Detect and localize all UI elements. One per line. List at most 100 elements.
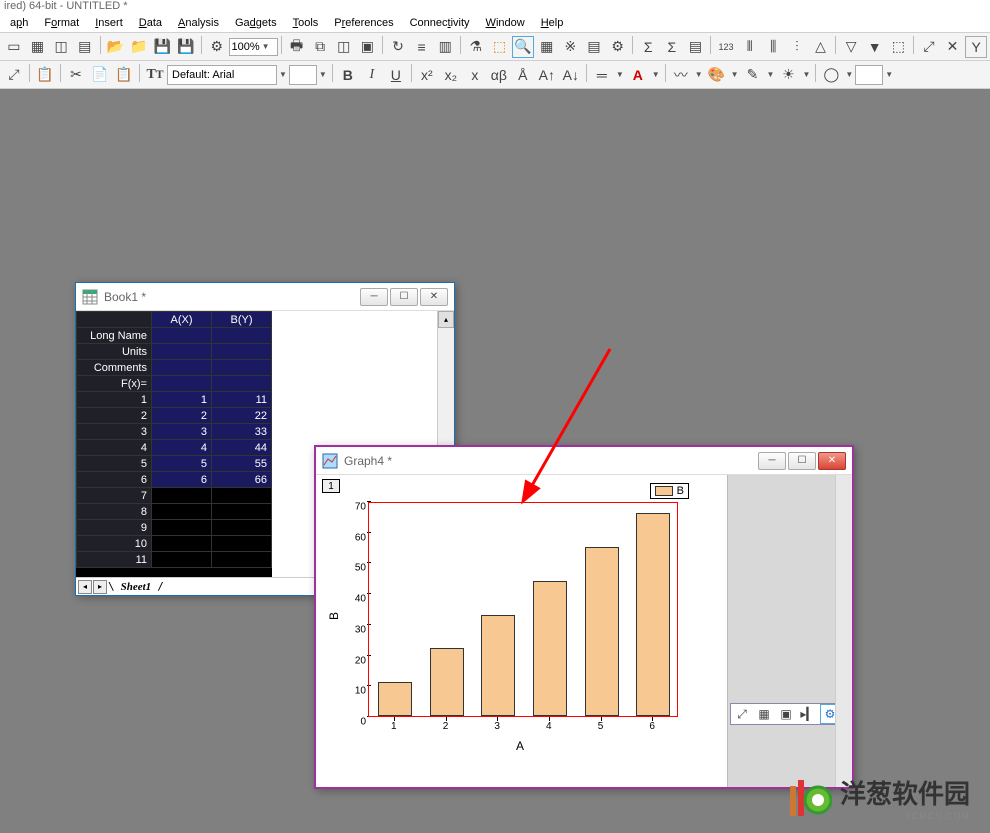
graph-canvas[interactable]: 1 B B A 010203040506070 123456 xyxy=(316,475,727,787)
explorer-icon[interactable]: ▤ xyxy=(583,36,605,58)
close-x-icon[interactable]: ✕ xyxy=(942,36,964,58)
print-icon[interactable]: 🖶 xyxy=(286,36,308,58)
expand-icon[interactable]: ⤢ xyxy=(3,64,25,86)
fill-color-icon[interactable]: 🎨 xyxy=(706,64,728,86)
book-maximize-button[interactable]: ☐ xyxy=(390,288,418,306)
new-graph-icon[interactable]: ◫ xyxy=(50,36,72,58)
stats-icon[interactable]: ▤ xyxy=(685,36,707,58)
duplicate-icon[interactable]: ⧉ xyxy=(309,36,331,58)
size-combo[interactable] xyxy=(289,65,317,85)
tab-prev-button[interactable]: ◂ xyxy=(78,580,92,594)
pen-icon[interactable]: ✎ xyxy=(742,64,764,86)
book-close-button[interactable]: ✕ xyxy=(420,288,448,306)
menu-insert[interactable]: Insert xyxy=(87,15,131,31)
graph-scrollbar[interactable] xyxy=(835,475,852,787)
open-icon[interactable]: 📂 xyxy=(104,36,126,58)
cut-icon[interactable]: ✂ xyxy=(65,64,87,86)
menu-window[interactable]: Window xyxy=(478,15,533,31)
scale-icon[interactable]: ※ xyxy=(560,36,582,58)
save-template-icon[interactable]: 💾 xyxy=(175,36,197,58)
bar[interactable] xyxy=(378,682,412,716)
light-icon[interactable]: ☀ xyxy=(777,64,799,86)
bar[interactable] xyxy=(636,513,670,716)
graph-maximize-button[interactable]: ☐ xyxy=(788,452,816,470)
new-project-icon[interactable]: ▭ xyxy=(3,36,25,58)
book-minimize-button[interactable]: ─ xyxy=(360,288,388,306)
sup-icon[interactable]: x² xyxy=(416,64,438,86)
extract-tool-icon[interactable]: ▸▎ xyxy=(798,704,818,724)
add-col-icon[interactable]: ▥ xyxy=(434,36,456,58)
symbol-shape-icon[interactable]: ◯ xyxy=(820,64,842,86)
underline-icon[interactable]: U xyxy=(385,64,407,86)
reader-icon[interactable]: 🔍 xyxy=(512,36,534,58)
graph-close-button[interactable]: ✕ xyxy=(818,452,846,470)
graph-titlebar[interactable]: Graph4 * ─ ☐ ✕ xyxy=(316,447,852,475)
fx-header[interactable]: F(x)= xyxy=(77,376,152,392)
menu-graph[interactable]: aph xyxy=(2,15,36,31)
area-plot-icon[interactable]: △ xyxy=(810,36,832,58)
tab-next-button[interactable]: ▸ xyxy=(93,580,107,594)
line-style-icon[interactable]: ═ xyxy=(591,64,613,86)
inc-icon[interactable]: A↑ xyxy=(536,64,558,86)
menu-help[interactable]: Help xyxy=(533,15,572,31)
histogram-icon[interactable]: ⫶ xyxy=(786,36,808,58)
symbol-icon[interactable]: Å xyxy=(512,64,534,86)
filter-icon[interactable]: ▽ xyxy=(840,36,862,58)
zoom-combo[interactable]: 100%▼ xyxy=(229,38,278,56)
line-color-icon[interactable]: 〰 xyxy=(670,64,692,86)
worksheet-table[interactable]: A(X)B(Y) Long Name Units Comments F(x)= … xyxy=(76,311,272,577)
bar[interactable] xyxy=(533,581,567,716)
menu-tools[interactable]: Tools xyxy=(285,15,327,31)
save-icon[interactable]: 💾 xyxy=(152,36,174,58)
bar[interactable] xyxy=(430,648,464,716)
col-plot-icon[interactable]: ⫴ xyxy=(739,36,761,58)
bar[interactable] xyxy=(585,547,619,716)
new-workbook-icon[interactable]: ▦ xyxy=(27,36,49,58)
dec-icon[interactable]: A↓ xyxy=(560,64,582,86)
sub-icon[interactable]: x₂ xyxy=(440,64,462,86)
menu-format[interactable]: Format xyxy=(36,15,87,31)
col-a-header[interactable]: A(X) xyxy=(152,312,212,328)
digitizer-icon[interactable]: ▦ xyxy=(536,36,558,58)
subsup-icon[interactable]: x xyxy=(464,64,486,86)
fit-icon[interactable]: ⤢ xyxy=(918,36,940,58)
graph-minimize-button[interactable]: ─ xyxy=(758,452,786,470)
recalc-icon[interactable]: ⚗ xyxy=(465,36,487,58)
greek-icon[interactable]: αβ xyxy=(488,64,510,86)
123-icon[interactable]: 123 xyxy=(715,36,737,58)
refresh-icon[interactable]: ↻ xyxy=(387,36,409,58)
plot-area[interactable] xyxy=(368,502,678,717)
y-axis-label[interactable]: B xyxy=(327,612,341,620)
font-combo[interactable]: Default: Arial xyxy=(167,65,277,85)
sigma2-icon[interactable]: Σ xyxy=(661,36,683,58)
units-header[interactable]: Units xyxy=(77,344,152,360)
menu-analysis[interactable]: Analysis xyxy=(170,15,227,31)
scroll-up-icon[interactable]: ▴ xyxy=(438,311,454,328)
menu-data[interactable]: Data xyxy=(131,15,170,31)
menu-preferences[interactable]: Preferences xyxy=(326,15,401,31)
font-color-icon[interactable]: A xyxy=(627,64,649,86)
menu-gadgets[interactable]: Gadgets xyxy=(227,15,285,31)
comments-header[interactable]: Comments xyxy=(77,360,152,376)
longname-header[interactable]: Long Name xyxy=(77,328,152,344)
new-layout-icon[interactable]: ◫ xyxy=(333,36,355,58)
sheet-tab[interactable]: Sheet1 xyxy=(115,581,158,593)
col-b-header[interactable]: B(Y) xyxy=(212,312,272,328)
rescale-icon[interactable]: ≡ xyxy=(411,36,433,58)
menu-connectivity[interactable]: Connectivity xyxy=(402,15,478,31)
bar[interactable] xyxy=(481,615,515,716)
bar-plot-icon[interactable]: ⫼ xyxy=(762,36,784,58)
lock-icon[interactable]: ⬚ xyxy=(489,36,511,58)
copy-icon[interactable]: 📄 xyxy=(89,64,111,86)
new-matrix-icon[interactable]: ▤ xyxy=(74,36,96,58)
layers-tool-icon[interactable]: ▣ xyxy=(776,704,796,724)
favorites-icon[interactable]: ⚙ xyxy=(206,36,228,58)
copy-page-icon[interactable]: 📋 xyxy=(34,64,56,86)
open-template-icon[interactable]: 📁 xyxy=(128,36,150,58)
sigma-icon[interactable]: Σ xyxy=(637,36,659,58)
layer-badge[interactable]: 1 xyxy=(322,479,340,493)
legend[interactable]: B xyxy=(650,483,689,499)
rescale-tool-icon[interactable]: ⤢ xyxy=(732,704,752,724)
font-type-icon[interactable]: TT xyxy=(144,64,166,86)
paste-icon[interactable]: 📋 xyxy=(113,64,135,86)
